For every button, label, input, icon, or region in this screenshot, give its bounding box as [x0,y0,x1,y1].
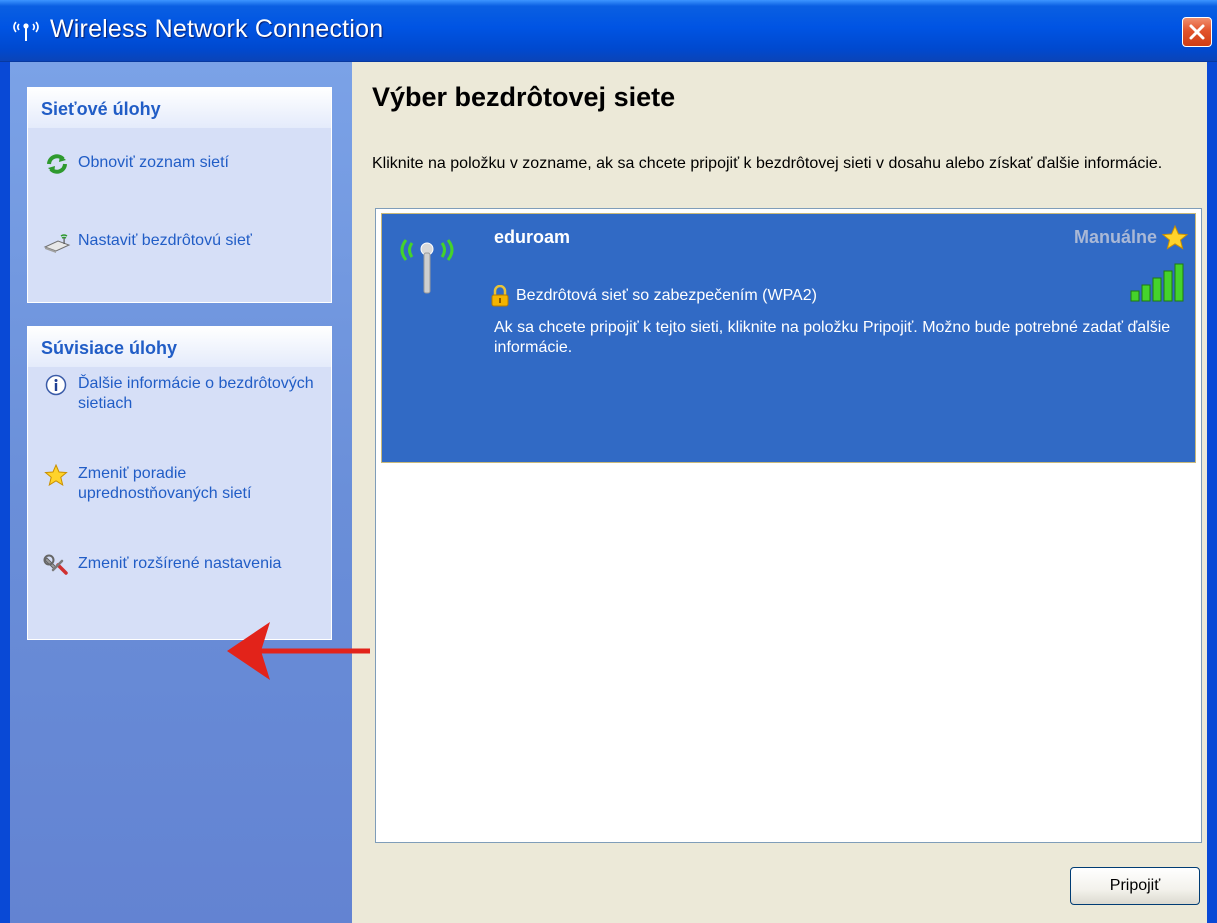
window-frame-right [1207,62,1217,923]
lock-icon [491,285,509,307]
preferred-network-star-icon [1161,224,1189,250]
security-label: Bezdrôtová sieť so zabezpečením (WPA2) [516,287,817,304]
wireless-network-icon [400,239,454,294]
main-content: Výber bezdrôtovej siete Kliknite na polo… [352,62,1207,923]
page-title: Výber bezdrôtovej siete [372,82,676,112]
network-tasks-panel: Sieťové úlohy Obnoviť zoznam sietí Nasta… [27,87,332,303]
signal-strength-icon [1130,263,1184,302]
network-list[interactable]: eduroam Manuálne Bezdrôtová sieť so zabe… [375,208,1202,843]
window-frame-left [0,62,10,923]
change-network-order-link[interactable]: Zmeniť poradie uprednostňovaných sietí [42,464,318,504]
network-list-item-eduroam[interactable]: eduroam Manuálne Bezdrôtová sieť so zabe… [381,213,1196,463]
instructions-text: Kliknite na položku v zozname, ak sa chc… [372,155,1163,172]
wireless-icon [13,21,39,41]
title-bar[interactable]: Wireless Network Connection [0,0,1217,62]
setup-wireless-network-label: Nastaviť bezdrôtovú sieť [78,232,252,249]
task-pane: Sieťové úlohy Obnoviť zoznam sietí Nasta… [10,62,370,923]
star-icon [44,464,68,486]
connection-mode: Manuálne [1073,227,1157,247]
connect-button[interactable]: Pripojiť [1070,867,1200,905]
refresh-icon [47,154,67,174]
network-tasks-title: Sieťové úlohy [28,88,331,128]
annotation-arrow [227,622,370,680]
setup-wireless-network-link[interactable]: Nastaviť bezdrôtovú sieť [42,231,252,253]
close-button[interactable] [1182,17,1212,47]
window-body: Sieťové úlohy Obnoviť zoznam sietí Nasta… [0,62,1217,923]
settings-icon [43,554,68,575]
wireless-network-window: Wireless Network Connection Sieťové úloh… [0,0,1217,923]
refresh-network-list-label: Obnoviť zoznam sietí [78,154,229,171]
window-title: Wireless Network Connection [50,15,384,43]
network-description: Ak sa chcete pripojiť k tejto sieti, kli… [494,319,1171,356]
close-icon [1189,24,1205,40]
related-tasks-panel: Súvisiace úlohy Ďalšie informácie o bezd… [27,326,332,640]
change-advanced-settings-label: Zmeniť rozšírené nastavenia [78,555,282,572]
network-name: eduroam [494,227,571,247]
wireless-info-label: Ďalšie informácie o bezdrôtových sietiac… [78,375,314,412]
change-advanced-settings-link[interactable]: Zmeniť rozšírené nastavenia [42,554,281,576]
security-info: Bezdrôtová sieť so zabezpečením (WPA2) [490,285,817,307]
change-network-order-label: Zmeniť poradie uprednostňovaných sietí [78,465,252,502]
info-icon [45,374,67,396]
refresh-network-list-link[interactable]: Obnoviť zoznam sietí [42,153,229,175]
wireless-setup-icon [43,234,71,253]
related-tasks-title: Súvisiace úlohy [28,327,331,367]
wireless-info-link[interactable]: Ďalšie informácie o bezdrôtových sietiac… [42,374,318,414]
